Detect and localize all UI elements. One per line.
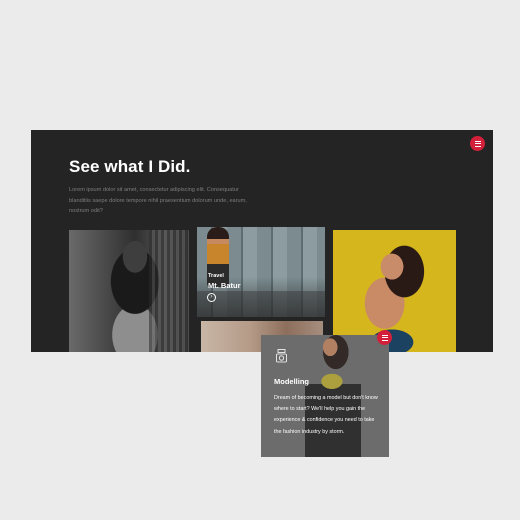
portfolio-section: See what I Did. Lorem ipsum dolor sit am… [31, 130, 493, 352]
gallery-tile-portrait-yellow[interactable] [333, 230, 456, 352]
gallery-tile-travel[interactable]: Travel Mt. Batur › [197, 227, 325, 317]
camera-icon [276, 349, 287, 363]
card-text: Dream of becoming a model but don't know… [274, 395, 378, 435]
menu-button[interactable] [470, 136, 485, 151]
tile-photo [197, 291, 325, 317]
tile-category: Travel [208, 273, 224, 279]
gallery-tile-portrait-bw[interactable] [69, 230, 189, 352]
tile-photo [149, 230, 189, 352]
tile-title: Mt. Batur [208, 281, 241, 290]
arrow-right-icon[interactable]: › [207, 293, 216, 302]
section-description: Lorem ipsum dolor sit amet, consectetur … [69, 187, 247, 214]
menu-icon [381, 334, 388, 341]
service-card-modelling[interactable]: Modelling Dream of becoming a model but … [261, 335, 389, 457]
card-title: Modelling [274, 377, 309, 386]
menu-icon [474, 140, 481, 147]
section-title: See what I Did. [69, 157, 191, 176]
menu-button-card[interactable] [377, 330, 392, 345]
